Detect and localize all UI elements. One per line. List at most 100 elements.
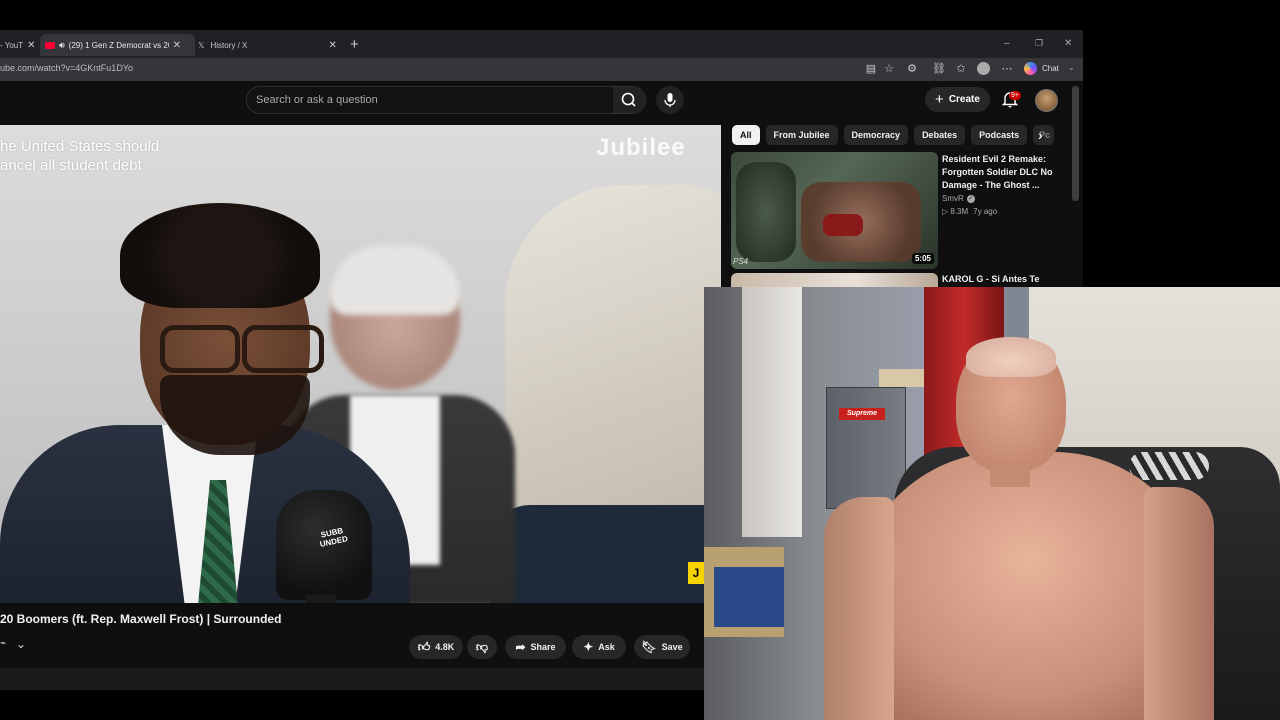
duration-badge: 5:05 — [911, 253, 934, 264]
profile-avatar-icon[interactable] — [977, 62, 990, 75]
share-button[interactable]: ➦ Share — [505, 635, 566, 659]
search-button[interactable] — [613, 87, 645, 113]
share-label: Share — [530, 642, 556, 652]
glasses-left — [160, 325, 240, 373]
close-icon[interactable]: ✕ — [328, 40, 336, 51]
plus-icon: + — [935, 91, 944, 108]
notification-badge: 9+ — [1009, 91, 1021, 100]
account-avatar[interactable] — [1035, 89, 1058, 112]
ps4-tag: PS4 — [733, 257, 749, 266]
tab-x-history[interactable]: 𝕏 History / X ✕ — [196, 34, 344, 56]
like-count: 4.8K — [435, 642, 455, 652]
extension-icon[interactable]: ⛓ — [932, 62, 946, 76]
recommended-thumbnail[interactable]: PS4 5:05 — [731, 152, 938, 269]
close-icon[interactable]: ✕ — [173, 40, 181, 51]
share-icon: ➦ — [515, 640, 526, 654]
webcam-overlay: Supreme — [704, 287, 1280, 720]
chip-partial[interactable]: Pc — [1033, 125, 1055, 145]
recommended-title[interactable]: Resident Evil 2 Remake: Forgotten Soldie… — [942, 153, 1053, 192]
extensions-icon[interactable]: ⚙ — [905, 62, 919, 76]
create-label: Create — [948, 94, 980, 105]
tab-youtube[interactable]: - YouT ✕ — [0, 34, 38, 56]
channel-card-icon[interactable]: J — [688, 562, 704, 584]
chip-from-jubilee[interactable]: From Jubilee — [765, 125, 838, 145]
doorframe — [742, 287, 802, 537]
save-button[interactable]: 🔖︎ Save — [634, 635, 690, 659]
chip-democracy[interactable]: Democracy — [843, 125, 909, 145]
recommended-thumbnail[interactable] — [731, 273, 938, 287]
debate-prompt-line-2: ancel all student debt — [0, 157, 142, 174]
blood-splatter — [823, 214, 863, 236]
sparkle-icon: ✦ — [583, 640, 594, 654]
create-button[interactable]: + Create — [925, 87, 990, 112]
copilot-icon[interactable] — [1024, 62, 1037, 75]
title-line: Resident Evil 2 Remake: — [942, 154, 1047, 164]
restore-icon[interactable]: ❐ — [1035, 38, 1043, 49]
bookmark-icon: 🔖︎ — [641, 640, 657, 654]
soldier-figure — [736, 162, 796, 262]
views-row: ▷ 8.3M — [942, 207, 968, 216]
title-line: Forgotten Soldier DLC No — [942, 167, 1053, 177]
debate-prompt-line-1: he United States should — [0, 138, 160, 155]
older-man-hair — [330, 245, 460, 315]
debate-prompt: he United States should ancel all studen… — [0, 137, 159, 175]
main-man-hair — [120, 203, 320, 308]
tab-jubilee-video[interactable]: 🔊︎ (29) 1 Gen Z Democrat vs 20 B ✕ — [40, 34, 195, 56]
bottom-bar — [0, 668, 704, 690]
blue-box — [714, 567, 784, 627]
favorites-icon[interactable]: ✩ — [954, 62, 968, 76]
more-menu-icon[interactable]: ⋯ — [1000, 62, 1014, 76]
shelf-items — [879, 369, 924, 387]
video-title: 20 Boomers (ft. Rep. Maxwell Frost) | Su… — [0, 612, 282, 626]
window-close-icon[interactable]: ✕ — [1064, 38, 1072, 49]
scrollbar-thumb[interactable] — [1072, 86, 1079, 201]
ask-label: Ask — [598, 642, 615, 652]
search-input[interactable]: Search or ask a question — [246, 86, 646, 114]
url-text[interactable]: ube.com/watch?v=4GKntFu1DYo — [0, 63, 133, 73]
chip-all[interactable]: All — [732, 125, 760, 145]
tab-label: History / X — [210, 40, 248, 50]
tab-label: (29) 1 Gen Z Democrat vs 20 B — [68, 40, 169, 50]
views-count: 8.3M — [950, 207, 969, 216]
filter-chips: All From Jubilee Democracy Debates Podca… — [732, 125, 1055, 145]
address-bar: ube.com/watch?v=4GKntFu1DYo ▤ ☆ ⚙ ⛓ ✩ ⋯ … — [0, 58, 1083, 81]
bald-scalp — [966, 337, 1056, 377]
mini-fridge — [826, 387, 906, 509]
ask-button[interactable]: ✦ Ask — [572, 635, 626, 659]
tab-label: - YouT — [0, 40, 24, 50]
youtube-favicon-icon — [45, 41, 55, 49]
dislike-button[interactable]: 👎︎ — [467, 635, 497, 659]
reader-view-icon[interactable]: ▤ — [864, 62, 878, 76]
chevron-down-icon[interactable]: ⌄ — [16, 637, 26, 651]
like-button[interactable]: 👍︎ 4.8K — [409, 635, 463, 659]
subscribe-bell-icon[interactable]: ⌁ — [0, 638, 6, 649]
channel-row[interactable]: SmvR ✓ — [942, 194, 975, 203]
upload-age: 7y ago — [973, 207, 998, 216]
minimize-icon[interactable]: – — [1004, 38, 1010, 49]
person-neck — [990, 462, 1030, 487]
chevron-right-icon[interactable]: › — [1038, 127, 1043, 143]
video-player[interactable]: SUBB UNDED he United States should ancel… — [0, 125, 721, 603]
copilot-chat-label[interactable]: Chat — [1042, 64, 1059, 73]
title-line: Damage - The Ghost ... — [942, 180, 1040, 190]
person-right-arm — [1144, 487, 1214, 720]
new-tab-button[interactable]: + — [350, 36, 359, 53]
channel-name: SmvR — [942, 194, 964, 203]
pillow — [1129, 452, 1209, 480]
thumbs-down-icon: 👎︎ — [475, 639, 489, 654]
navy-jacket-figure — [490, 505, 720, 603]
thumbs-up-icon: 👍︎ — [417, 639, 431, 654]
chip-podcasts[interactable]: Podcasts — [971, 125, 1028, 145]
video-stats: ▷ 8.3M 7y ago — [942, 207, 997, 216]
person-left-arm — [824, 497, 894, 720]
speaker-icon[interactable]: 🔊︎ — [59, 40, 65, 51]
chevron-down-icon[interactable]: ⌄ — [1068, 63, 1075, 72]
microphone-icon — [664, 93, 676, 107]
recommended-title[interactable]: KAROL G - Si Antes Te — [942, 274, 1039, 284]
chip-debates[interactable]: Debates — [914, 125, 966, 145]
voice-search-button[interactable] — [656, 86, 684, 114]
save-label: Save — [661, 642, 683, 652]
favorite-star-icon[interactable]: ☆ — [882, 62, 896, 76]
x-logo-icon: 𝕏 — [198, 40, 205, 50]
close-icon[interactable]: ✕ — [27, 40, 35, 51]
